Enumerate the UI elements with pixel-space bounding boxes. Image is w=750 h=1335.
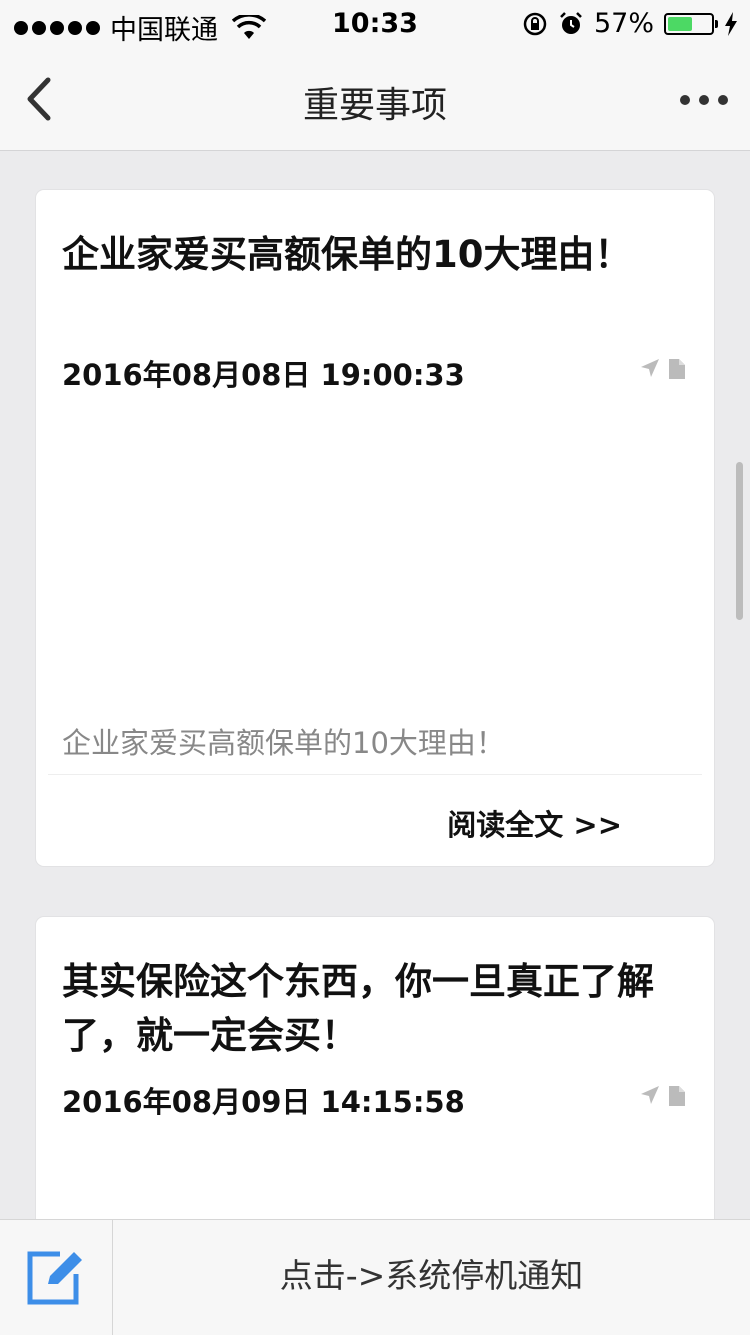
battery-fill [668,16,692,31]
status-bar: 中国联通 10:33 57% [0,0,750,50]
scroll-indicator[interactable] [736,462,743,620]
more-button[interactable] [674,86,734,114]
article-icons [640,1085,686,1107]
battery-percent: 57% [593,8,654,39]
send-icon[interactable] [640,358,660,378]
read-more-link[interactable]: 阅读全文 >> [447,802,622,844]
document-icon[interactable] [668,1085,686,1107]
article-summary: 企业家爱买高额保单的10大理由！ [62,726,505,760]
divider [48,774,702,775]
article-card[interactable]: 其实保险这个东西，你一旦真正了解了，就一定会买！ 2016年08月09日 14:… [36,917,714,1247]
bottom-bar: 点击->系统停机通知 [0,1219,750,1335]
compose-button[interactable] [0,1220,113,1335]
battery-icon [664,12,718,35]
article-title[interactable]: 企业家爱买高额保单的10大理由！ [62,228,662,282]
alarm-icon [560,11,582,34]
more-dots-icon [680,95,690,105]
article-icons [640,358,686,380]
nav-bar: 重要事项 [0,50,750,151]
system-notice-button[interactable]: 点击->系统停机通知 [113,1220,750,1335]
edit-icon [27,1251,82,1305]
article-card[interactable]: 企业家爱买高额保单的10大理由！ 2016年08月08日 19:00:33 企业… [36,190,714,866]
article-date: 2016年08月08日 19:00:33 [62,358,465,392]
page-title: 重要事项 [302,85,447,126]
article-date: 2016年08月09日 14:15:58 [62,1085,465,1119]
status-right: 57% [522,8,738,39]
send-icon[interactable] [640,1085,660,1105]
orientation-lock-icon [523,12,547,35]
document-icon[interactable] [668,358,686,380]
article-title[interactable]: 其实保险这个东西，你一旦真正了解了，就一定会买！ [62,955,662,1063]
charging-bolt-icon [725,11,737,36]
